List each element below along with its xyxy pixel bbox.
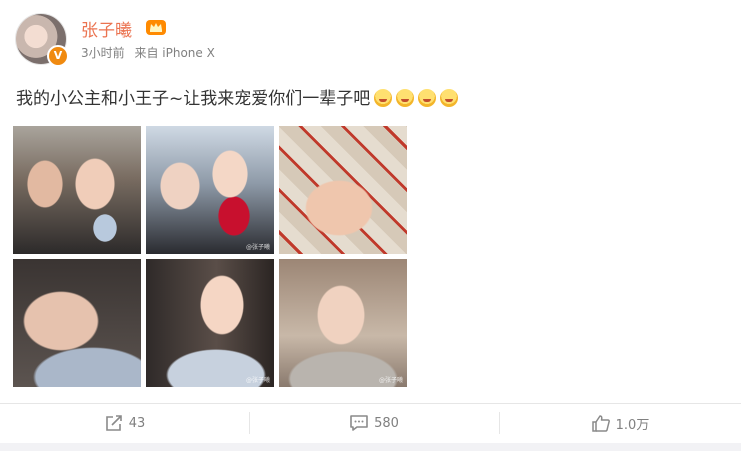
comment-button[interactable]: 580	[249, 404, 499, 442]
username-link[interactable]: 张子曦	[81, 16, 132, 41]
photo-watermark: @张子曦	[245, 377, 270, 384]
repost-icon	[105, 415, 122, 431]
photo-grid: @张子曦 @张子曦 @张子曦	[13, 126, 407, 388]
photo-watermark: @张子曦	[378, 377, 403, 384]
vip-crown-icon[interactable]	[145, 18, 167, 36]
repost-button[interactable]: 43	[0, 404, 249, 442]
post-text: 我的小公主和小王子~让我来宠爱你们一辈子吧	[16, 84, 459, 109]
post-meta: 3小时前 来自 iPhone X	[81, 44, 221, 61]
comment-count: 580	[374, 415, 399, 431]
smile-emoji-icon	[440, 89, 459, 107]
photo-thumbnail-6[interactable]: @张子曦	[279, 259, 407, 387]
avatar[interactable]: V	[16, 14, 69, 67]
post-text-content: 我的小公主和小王子~让我来宠爱你们一辈子吧	[16, 89, 371, 109]
smile-emoji-icon	[396, 89, 415, 107]
post-time-link[interactable]: 3小时前	[81, 46, 125, 60]
photo-thumbnail-3[interactable]	[279, 126, 407, 254]
verified-badge-icon: V	[47, 45, 69, 67]
thumbs-up-icon	[591, 415, 610, 432]
photo-thumbnail-2[interactable]: @张子曦	[146, 126, 274, 254]
photo-thumbnail-5[interactable]: @张子曦	[146, 259, 274, 387]
comment-icon	[350, 415, 368, 431]
card-bottom-edge	[0, 443, 741, 451]
repost-count: 43	[128, 415, 146, 431]
photo-thumbnail-4[interactable]	[13, 259, 141, 387]
like-button[interactable]: 1.0万	[499, 404, 741, 442]
like-count: 1.0万	[615, 417, 650, 433]
photo-watermark: @张子曦	[245, 244, 270, 251]
smile-emoji-icon	[374, 89, 393, 107]
post-source-link[interactable]: 来自 iPhone X	[134, 46, 214, 60]
photo-thumbnail-1[interactable]	[13, 126, 141, 254]
smile-emoji-icon	[418, 89, 437, 107]
